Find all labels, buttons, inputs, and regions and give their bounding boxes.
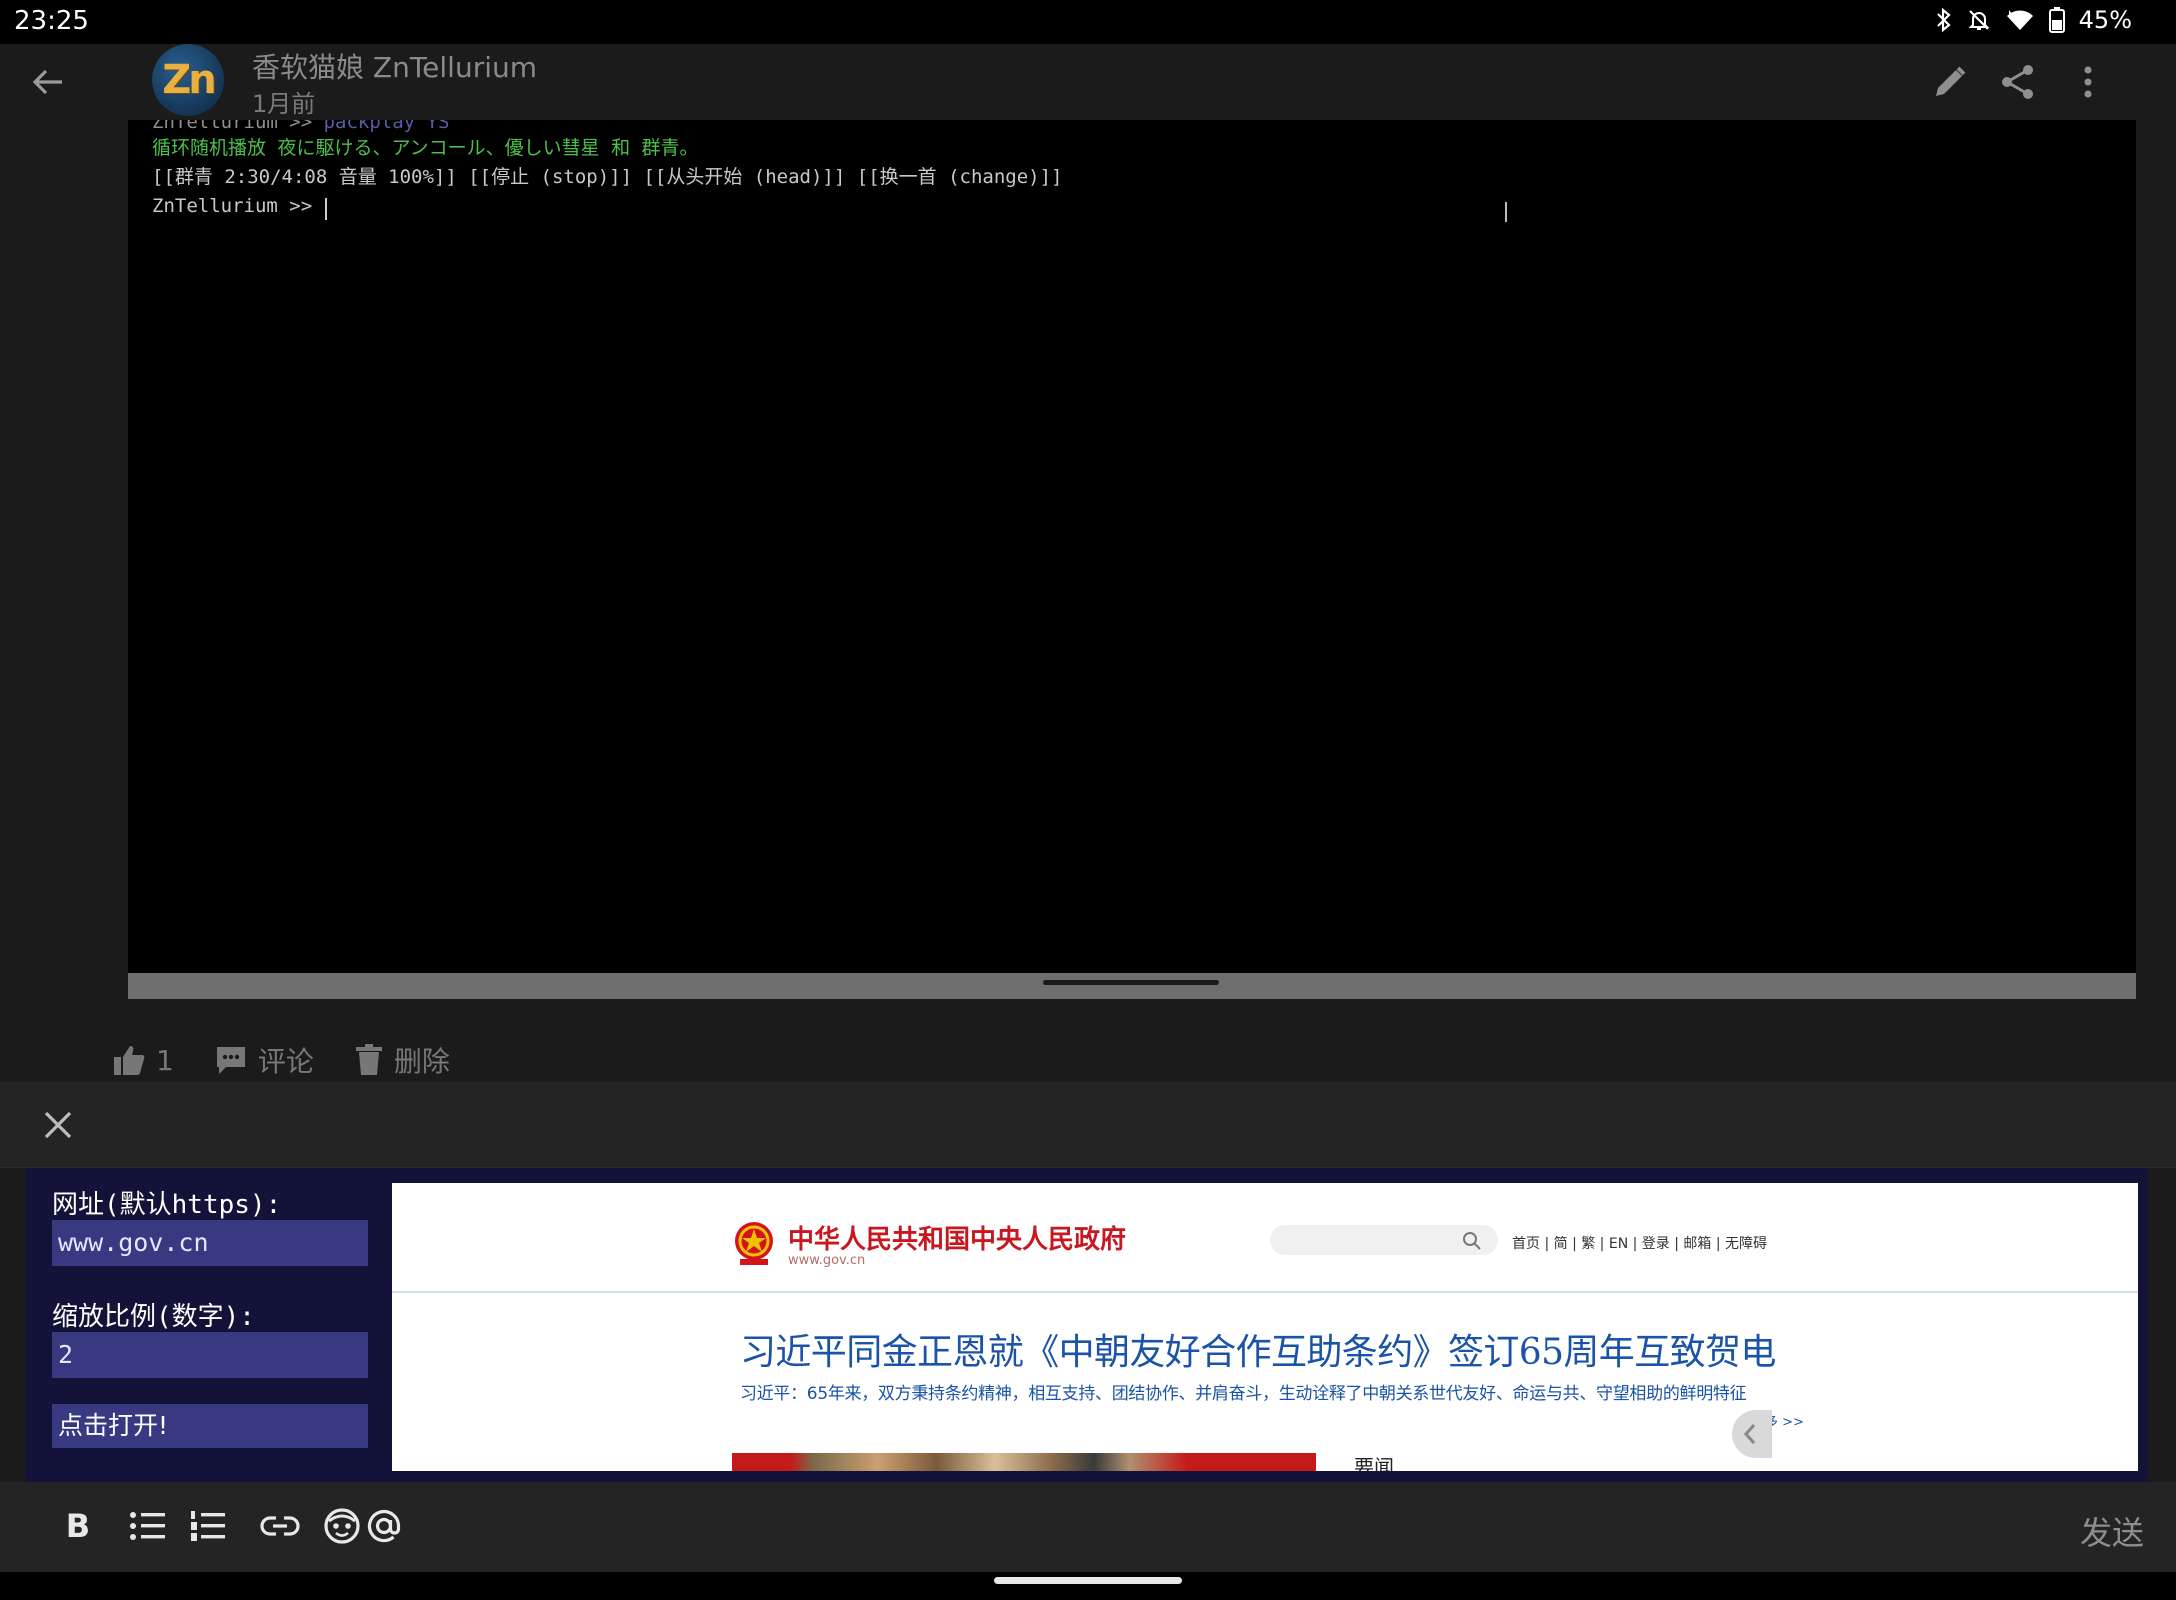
- send-button[interactable]: 发送: [2080, 1508, 2144, 1554]
- bulleted-list-button[interactable]: [126, 1504, 170, 1548]
- like-button[interactable]: 1: [112, 1043, 174, 1077]
- status-icons: 45%: [1935, 6, 2132, 34]
- site-name[interactable]: 中华人民共和国中央人民政府: [788, 1219, 1126, 1256]
- at-sign-icon: [367, 1509, 401, 1543]
- avatar-text: Zn: [162, 57, 217, 103]
- news-section-title: 要闻: [1354, 1455, 1394, 1471]
- text-caret: [325, 198, 327, 220]
- terminal-output[interactable]: ZnTellurium >> packplay YS 循环随机播放 夜に駆ける、…: [128, 120, 2136, 973]
- battery-icon: [2048, 7, 2065, 33]
- news-photo[interactable]: [732, 1453, 1316, 1471]
- link-icon: [260, 1516, 300, 1536]
- terminal-prompt-line[interactable]: ZnTellurium >>: [152, 192, 324, 221]
- pencil-icon: [1936, 66, 1966, 96]
- search-icon[interactable]: [1462, 1231, 1482, 1251]
- side-scroll-button[interactable]: [1732, 1410, 1772, 1458]
- share-button[interactable]: [1998, 62, 2038, 102]
- zoom-label: 缩放比例(数字):: [52, 1302, 255, 1332]
- status-bar: [0, 0, 2176, 44]
- battery-percent: 45%: [2078, 6, 2132, 34]
- post-time: 1月前: [252, 90, 316, 118]
- mouse-ibeam-cursor: [1505, 202, 1507, 222]
- share-icon: [2002, 65, 2033, 99]
- mention-button[interactable]: [362, 1504, 406, 1548]
- terminal-line: 循环随机播放 夜に駆ける、アンコール、優しい彗星 和 群青。: [152, 137, 699, 159]
- url-label: 网址(默认https):: [52, 1190, 282, 1220]
- emoji-face-icon: [324, 1508, 360, 1544]
- site-domain: www.gov.cn: [788, 1253, 866, 1268]
- player-controls-line[interactable]: [[群青 2:30/4:08 音量 100%]] [[停止 (stop)]] […: [152, 163, 1062, 192]
- horizontal-scrollbar[interactable]: [128, 973, 2136, 999]
- gesture-handle[interactable]: [994, 1577, 1182, 1584]
- headline-link[interactable]: 习近平同金正恩就《中朝友好合作互助条约》签订65周年互致贺电: [740, 1323, 1776, 1375]
- edit-button[interactable]: [1930, 62, 1970, 102]
- divider: [392, 1291, 2138, 1293]
- delete-button[interactable]: 删除: [354, 1040, 450, 1080]
- close-composer-button[interactable]: [40, 1107, 76, 1143]
- terminal-prompt: ZnTellurium >>: [152, 120, 324, 133]
- thumb-up-icon: [114, 1046, 145, 1075]
- scrollbar-thumb[interactable]: [1043, 980, 1219, 985]
- more-vert-icon: [2084, 66, 2092, 98]
- terminal-command: packplay YS: [323, 120, 450, 133]
- post-actions: 1 评论 删除: [112, 1040, 490, 1080]
- url-input[interactable]: www.gov.cn: [52, 1220, 368, 1266]
- post-author: 香软猫娘 ZnTellurium: [252, 51, 538, 84]
- headline-summary[interactable]: 习近平：65年来，双方秉持条约精神，相互支持、团结协作、并肩奋斗，生动诠释了中朝…: [740, 1379, 1747, 1404]
- bulleted-list-icon: [130, 1512, 165, 1540]
- open-button[interactable]: 点击打开!: [52, 1404, 368, 1448]
- numbered-list-icon: [191, 1511, 225, 1541]
- composer-header: [0, 1082, 2176, 1168]
- comment-button[interactable]: 评论: [214, 1040, 314, 1080]
- notifications-off-icon: [1967, 8, 1991, 32]
- bold-button[interactable]: B: [56, 1504, 100, 1548]
- wifi-icon: [2005, 8, 2035, 32]
- comment-icon: [216, 1047, 245, 1074]
- bluetooth-icon: [1935, 8, 1953, 32]
- avatar[interactable]: Zn: [152, 44, 224, 116]
- delete-label: 删除: [393, 1045, 450, 1078]
- close-icon: [44, 1111, 72, 1139]
- back-button[interactable]: [28, 62, 68, 102]
- like-count: 1: [156, 1043, 174, 1077]
- status-time: 23:25: [14, 6, 89, 36]
- chevron-left-icon: [1743, 1424, 1756, 1444]
- site-nav[interactable]: 首页 | 简 | 繁 | EN | 登录 | 邮箱 | 无障碍: [1512, 1233, 1767, 1253]
- insert-link-button[interactable]: [258, 1504, 302, 1548]
- more-options-button[interactable]: [2068, 62, 2108, 102]
- comment-label: 评论: [257, 1045, 314, 1078]
- embedded-webpage[interactable]: 中华人民共和国中央人民政府 www.gov.cn 首页 | 简 | 繁 | EN…: [392, 1183, 2138, 1471]
- numbered-list-button[interactable]: [186, 1504, 230, 1548]
- national-emblem-icon: [732, 1219, 776, 1267]
- trash-icon: [355, 1044, 382, 1075]
- arrow-back-icon: [32, 69, 62, 95]
- zoom-input[interactable]: 2: [52, 1332, 368, 1378]
- emoji-button[interactable]: [320, 1504, 364, 1548]
